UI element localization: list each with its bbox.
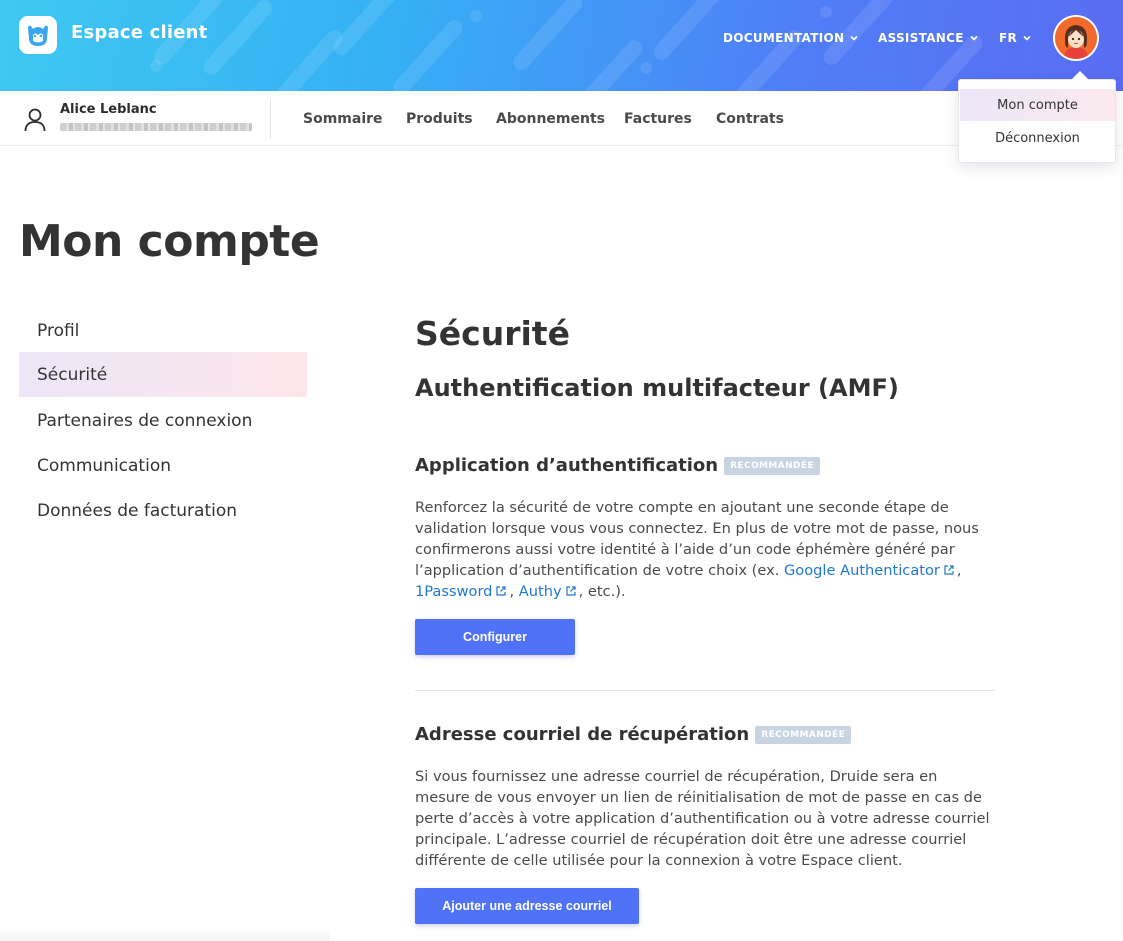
separator-comma: ,	[956, 562, 962, 579]
divider	[270, 99, 271, 139]
page-title: Mon compte	[19, 216, 320, 267]
sidebar-item-securite[interactable]: Sécurité	[19, 352, 307, 397]
recovery-email-heading: Adresse courriel de récupération RECOMMA…	[415, 724, 852, 745]
subnav-factures[interactable]: Factures	[624, 111, 692, 127]
sidebar-item-partenaires[interactable]: Partenaires de connexion	[19, 398, 307, 443]
bottom-fade	[0, 928, 330, 941]
recommended-badge: RECOMMANDÉE	[724, 456, 821, 475]
separator-comma: ,	[509, 583, 519, 600]
subnav-abonnements[interactable]: Abonnements	[496, 111, 605, 127]
auth-app-description: Renforcez la sécurité de votre compte en…	[415, 497, 995, 602]
mfa-heading: Authentification multifacteur (AMF)	[415, 374, 899, 402]
external-link-icon	[496, 586, 507, 596]
avatar-icon	[1055, 17, 1097, 59]
nav-documentation[interactable]: DOCUMENTATION	[723, 31, 860, 45]
druide-logo-icon[interactable]	[19, 16, 57, 54]
subnav-sommaire[interactable]: Sommaire	[303, 111, 383, 127]
recovery-email-title: Adresse courriel de récupération	[415, 724, 750, 745]
secondary-nav: Alice Leblanc Sommaire Produits Abonneme…	[0, 91, 1123, 146]
account-dropdown: Mon compte Déconnexion	[958, 79, 1116, 163]
dropdown-caret	[1071, 71, 1089, 80]
recovery-email-description: Si vous fournissez une adresse courriel …	[415, 768, 990, 869]
nav-language[interactable]: FR	[999, 31, 1033, 45]
top-header: Espace client DOCUMENTATION ASSISTANCE F…	[0, 0, 1123, 91]
add-email-button[interactable]: Ajouter une adresse courriel	[415, 888, 639, 924]
chevron-down-icon	[1023, 35, 1031, 41]
section-divider	[415, 690, 995, 691]
external-link-icon	[944, 565, 954, 575]
sidebar-item-facturation[interactable]: Données de facturation	[19, 488, 307, 533]
nav-assistance-label: ASSISTANCE	[878, 31, 964, 45]
user-email-redacted	[60, 123, 252, 131]
external-link-icon	[565, 586, 576, 596]
brand-title[interactable]: Espace client	[71, 22, 207, 43]
chevron-down-icon	[970, 35, 978, 41]
recommended-badge: RECOMMANDÉE	[755, 725, 852, 744]
sidebar-item-communication[interactable]: Communication	[19, 443, 307, 488]
user-icon	[24, 108, 46, 132]
nav-documentation-label: DOCUMENTATION	[723, 31, 845, 45]
nav-assistance[interactable]: ASSISTANCE	[878, 31, 980, 45]
configure-button[interactable]: Configurer	[415, 619, 575, 655]
section-title: Sécurité	[415, 314, 570, 353]
auth-app-text-end: , etc.).	[578, 583, 626, 600]
auth-app-title: Application d’authentification	[415, 455, 719, 476]
nav-language-label: FR	[999, 31, 1018, 45]
link-google-authenticator[interactable]: Google Authenticator	[784, 562, 940, 579]
sidebar-item-profil[interactable]: Profil	[19, 308, 307, 353]
menu-item-deconnexion[interactable]: Déconnexion	[960, 122, 1115, 154]
chevron-down-icon	[850, 35, 858, 41]
auth-app-heading: Application d’authentification RECOMMAND…	[415, 455, 821, 476]
link-1password[interactable]: 1Password	[415, 583, 492, 600]
menu-item-mon-compte[interactable]: Mon compte	[960, 89, 1115, 121]
link-authy[interactable]: Authy	[519, 583, 562, 600]
avatar-button[interactable]	[1053, 15, 1099, 61]
subnav-contrats[interactable]: Contrats	[716, 111, 784, 127]
user-name: Alice Leblanc	[60, 102, 157, 117]
subnav-produits[interactable]: Produits	[406, 111, 473, 127]
